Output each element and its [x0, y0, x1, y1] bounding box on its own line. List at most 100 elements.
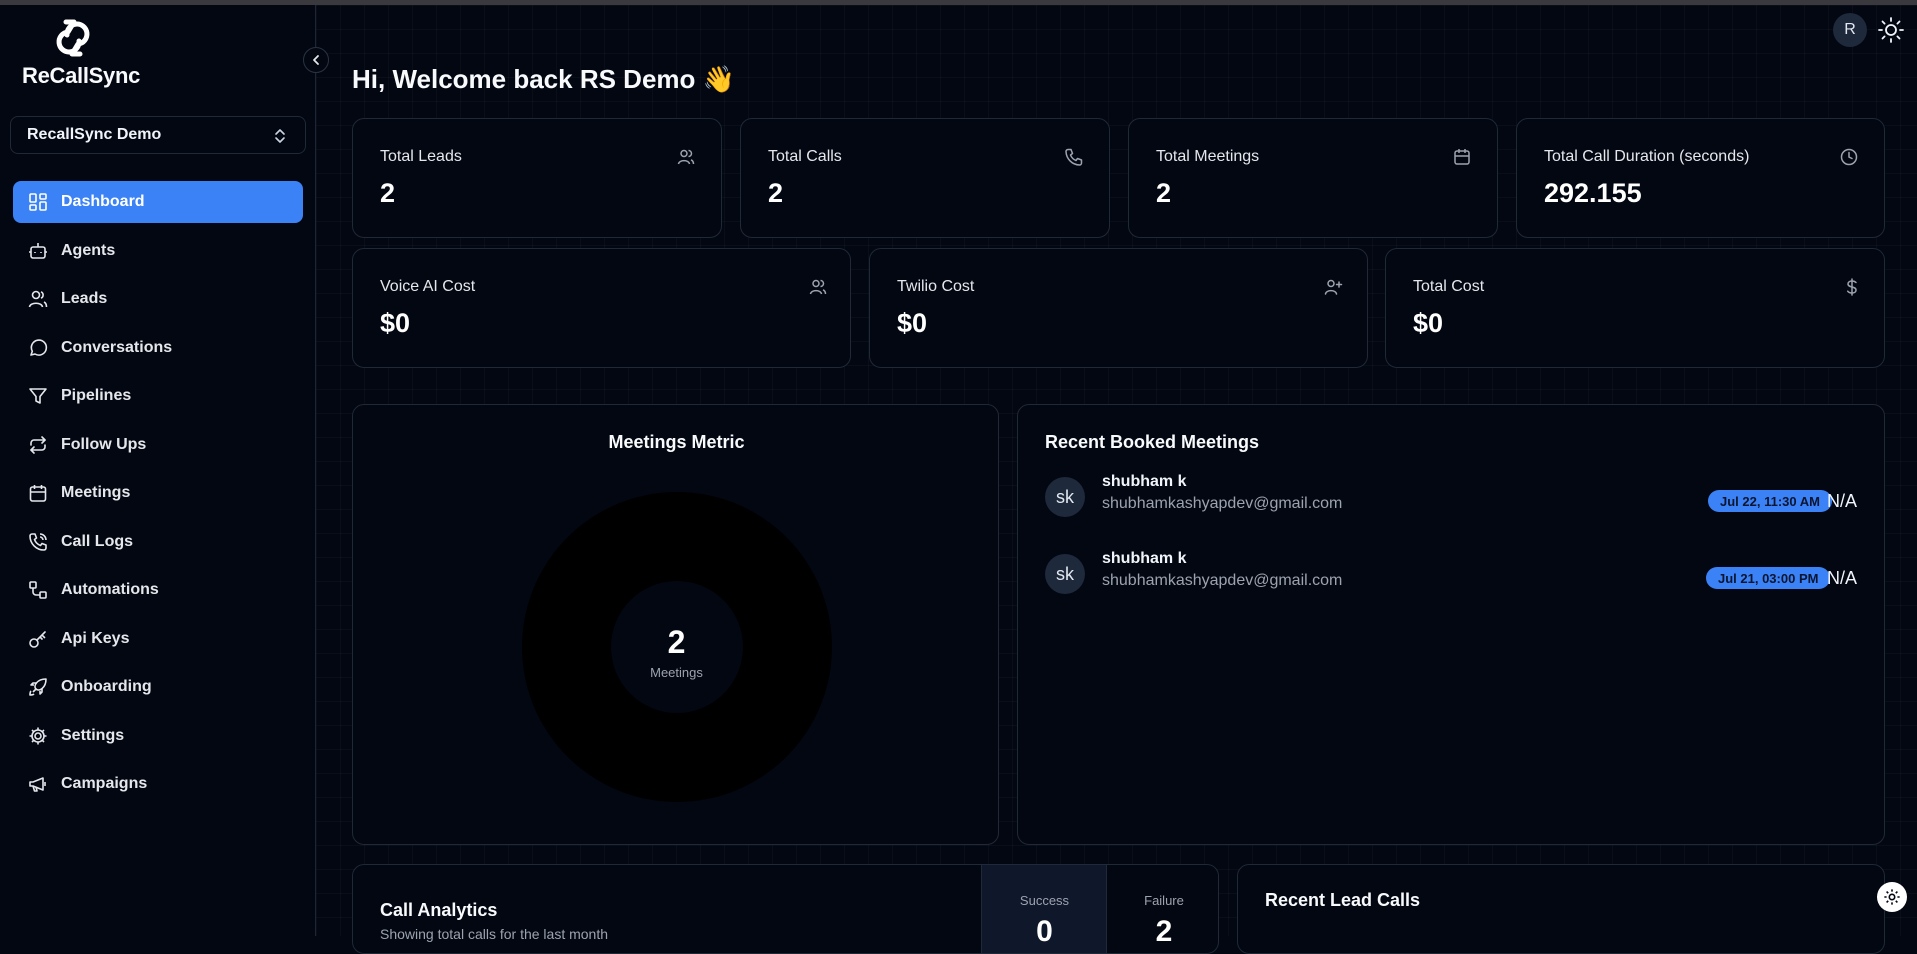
sidebar-item-leads[interactable]: Leads: [13, 278, 303, 320]
call-analytics-subtitle: Showing total calls for the last month: [380, 926, 609, 942]
failure-value: 2: [1155, 915, 1173, 948]
failure-label: Failure: [1144, 893, 1184, 908]
megaphone-icon: [27, 773, 49, 795]
list-item[interactable]: sk shubham k shubhamkashyapdev@gmail.com…: [1045, 550, 1865, 594]
users-icon: [809, 279, 827, 295]
stat-label: Total Call Duration (seconds): [1544, 148, 1750, 165]
organization-select[interactable]: RecallSync Demo: [10, 116, 306, 154]
success-tab[interactable]: Success 0: [981, 865, 1106, 953]
sidebar-item-settings[interactable]: Settings: [13, 715, 303, 757]
app-logo[interactable]: ReCallSync: [22, 17, 140, 89]
stat-label: Total Meetings: [1156, 148, 1260, 165]
stat-label: Total Leads: [380, 148, 462, 165]
message-circle-icon: [27, 337, 49, 359]
meetings-metric-label: Meetings: [650, 665, 703, 680]
dollar-icon: [1846, 278, 1857, 296]
app-name: ReCallSync: [22, 63, 141, 88]
sidebar-item-label: Dashboard: [61, 193, 145, 210]
bot-icon: [27, 240, 49, 262]
success-label: Success: [1019, 893, 1070, 908]
stat-label: Voice AI Cost: [380, 278, 476, 295]
sidebar-collapse-button[interactable]: [303, 47, 329, 73]
stat-label: Twilio Cost: [897, 278, 975, 295]
sidebar-item-label: Follow Ups: [61, 435, 147, 453]
sidebar-item-follow-ups[interactable]: Follow Ups: [13, 424, 303, 466]
filter-icon: [27, 385, 49, 407]
users-icon: [677, 149, 695, 165]
users-icon: [27, 288, 49, 310]
welcome-heading: Hi, Welcome back RS Demo 👋: [352, 64, 736, 94]
sidebar-item-conversations[interactable]: Conversations: [13, 327, 303, 369]
meetings-metric-panel: Meetings Metric 2 Meetings: [352, 404, 999, 845]
sidebar-item-label: Campaigns: [61, 775, 148, 792]
success-value: 0: [1036, 915, 1053, 948]
stat-card-total-cost: Total Cost $0: [1385, 248, 1885, 368]
stat-value: 2: [1156, 178, 1172, 208]
sidebar-item-campaigns[interactable]: Campaigns: [13, 763, 303, 805]
avatar: sk: [1045, 477, 1085, 517]
stat-card-total-calls: Total Calls 2: [740, 118, 1110, 238]
key-icon: [27, 628, 49, 650]
meeting-lead-name: shubham k: [1102, 473, 1187, 490]
recent-lead-calls-panel: Recent Lead Calls: [1237, 864, 1885, 954]
sidebar-item-meetings[interactable]: Meetings: [13, 472, 303, 514]
sidebar-item-label: Agents: [61, 241, 116, 259]
stat-card-total-leads: Total Leads 2: [352, 118, 722, 238]
user-avatar-button[interactable]: R: [1833, 13, 1867, 47]
sidebar-item-pipelines[interactable]: Pipelines: [13, 375, 303, 417]
stat-card-twilio-cost: Twilio Cost $0: [869, 248, 1368, 368]
repeat-icon: [27, 434, 49, 456]
sidebar-item-label: Call Logs: [61, 532, 134, 550]
chevron-left-icon: [313, 55, 319, 65]
sidebar: ReCallSync RecallSync Demo Dashboard Age…: [0, 5, 316, 936]
list-item[interactable]: sk shubham k shubhamkashyapdev@gmail.com…: [1045, 473, 1865, 517]
stat-card-total-meetings: Total Meetings 2: [1128, 118, 1498, 238]
stat-card-voice-ai-cost: Voice AI Cost $0: [352, 248, 851, 368]
sidebar-item-dashboard[interactable]: Dashboard: [13, 181, 303, 223]
call-analytics-panel: Call Analytics Showing total calls for t…: [352, 864, 1219, 954]
stat-value: $0: [1413, 308, 1444, 338]
user-avatar-initial: R: [1844, 21, 1856, 38]
stat-card-total-call-duration: Total Call Duration (seconds) 292.155: [1516, 118, 1885, 238]
meeting-lead-email: shubhamkashyapdev@gmail.com: [1102, 495, 1343, 512]
sidebar-item-call-logs[interactable]: Call Logs: [13, 521, 303, 563]
gear-icon: [1884, 889, 1900, 905]
chevrons-up-down-icon: [275, 129, 285, 143]
sidebar-item-label: Onboarding: [61, 678, 152, 695]
sidebar-nav: Dashboard Agents Leads Conversations Pip…: [13, 181, 303, 812]
sidebar-item-label: Conversations: [61, 338, 173, 356]
rocket-icon: [27, 676, 49, 698]
phone-icon: [1065, 148, 1083, 166]
meeting-lead-email: shubhamkashyapdev@gmail.com: [1102, 572, 1343, 589]
meeting-status: N/A: [1827, 568, 1858, 588]
avatar: sk: [1045, 554, 1085, 594]
floating-settings-button[interactable]: [1877, 882, 1907, 912]
call-analytics-title: Call Analytics: [380, 900, 498, 920]
layout-grid-icon: [27, 191, 49, 213]
recallsync-logo-icon: [56, 19, 90, 57]
meetings-metric-value: 2: [667, 624, 686, 660]
sidebar-item-agents[interactable]: Agents: [13, 230, 303, 272]
recent-booked-meetings-panel: Recent Booked Meetings sk shubham k shub…: [1017, 404, 1885, 845]
sun-theme-toggle-icon[interactable]: [1877, 16, 1905, 44]
meeting-status: N/A: [1827, 491, 1858, 511]
recent-lead-calls-title: Recent Lead Calls: [1265, 890, 1421, 910]
meeting-time-badge: Jul 21, 03:00 PM: [1706, 567, 1831, 589]
sidebar-item-api-keys[interactable]: Api Keys: [13, 618, 303, 660]
recent-meetings-title: Recent Booked Meetings: [1045, 432, 1260, 452]
sidebar-item-label: Pipelines: [61, 387, 132, 404]
stat-label: Total Cost: [1413, 278, 1485, 295]
stat-label: Total Calls: [768, 148, 842, 165]
sidebar-item-label: Api Keys: [61, 629, 130, 647]
sidebar-item-onboarding[interactable]: Onboarding: [13, 666, 303, 708]
meeting-time-badge: Jul 22, 11:30 AM: [1708, 490, 1832, 512]
sidebar-item-label: Leads: [61, 290, 108, 307]
gear-icon: [27, 725, 49, 747]
user-plus-icon: [1324, 279, 1343, 295]
phone-call-icon: [27, 531, 49, 553]
sidebar-item-automations[interactable]: Automations: [13, 569, 303, 611]
clock-icon: [1840, 148, 1858, 166]
meetings-metric-title: Meetings Metric: [608, 432, 745, 452]
stat-value: 292.155: [1544, 178, 1642, 208]
failure-tab[interactable]: Failure 2: [1106, 865, 1218, 953]
